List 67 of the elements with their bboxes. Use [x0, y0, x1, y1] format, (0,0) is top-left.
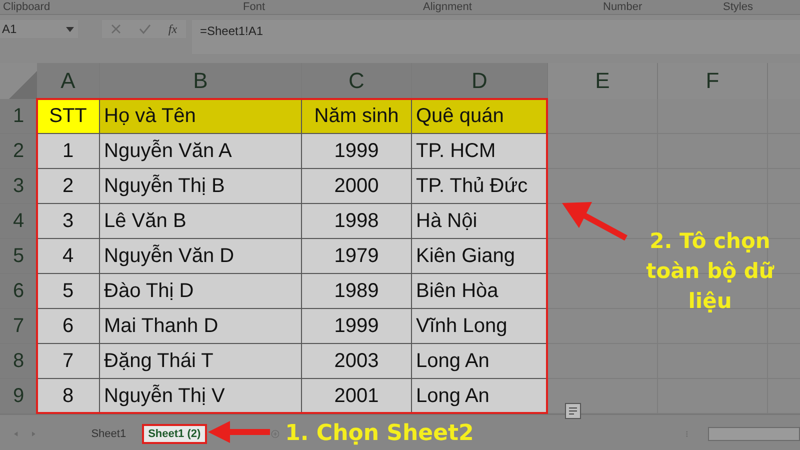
- row-header[interactable]: 8: [0, 344, 37, 379]
- table-cell: 2000: [302, 169, 412, 204]
- sheet-tab[interactable]: Sheet1 (2): [142, 424, 207, 444]
- table-cell: 1989: [302, 274, 412, 309]
- cancel-icon[interactable]: [110, 24, 121, 34]
- row-header[interactable]: 2: [0, 134, 37, 169]
- table-cell: 1999: [302, 134, 412, 169]
- column-header[interactable]: B: [100, 63, 302, 99]
- table-cell: TP. HCM: [412, 134, 548, 169]
- table-cell: Nguyễn Thị V: [100, 379, 302, 414]
- quick-analysis-icon[interactable]: [565, 403, 581, 419]
- table-cell: Vĩnh Long: [412, 309, 548, 344]
- table-header-cell: Họ và Tên: [100, 99, 302, 134]
- table-cell: Đặng Thái T: [100, 344, 302, 379]
- row-header[interactable]: 6: [0, 274, 37, 309]
- ribbon-group-label: Font: [242, 0, 266, 14]
- annotation-arrow: [562, 202, 628, 242]
- table-cell: 2: [37, 169, 100, 204]
- table-cell: Biên Hòa: [412, 274, 548, 309]
- table-cell: 1979: [302, 239, 412, 274]
- annotation-text: 2. Tô chọn toàn bộ dữ liệu: [645, 228, 776, 315]
- column-header[interactable]: A: [37, 63, 100, 99]
- row-header[interactable]: 5: [0, 239, 37, 274]
- ribbon-group-label: Alignment: [423, 0, 473, 14]
- ribbon-group-label: Number: [603, 0, 644, 14]
- column-header[interactable]: D: [412, 63, 548, 99]
- table-cell: Long An: [412, 344, 548, 379]
- table-cell: Nguyễn Văn A: [100, 134, 302, 169]
- check-icon[interactable]: [138, 24, 151, 34]
- annotation-arrow: [208, 421, 270, 443]
- table-cell: 2001: [302, 379, 412, 414]
- ribbon-group-label: Styles: [723, 0, 753, 14]
- horizontal-scrollbar[interactable]: [708, 426, 800, 440]
- annotation-text: 1. Chọn Sheet2: [285, 421, 474, 446]
- table-cell: 7: [37, 344, 100, 379]
- table-cell: 1998: [302, 204, 412, 239]
- name-box[interactable]: A1: [0, 20, 78, 38]
- table-cell: Nguyễn Văn D: [100, 239, 302, 274]
- table-cell: Đào Thị D: [100, 274, 302, 309]
- row-header[interactable]: 3: [0, 169, 37, 204]
- table-cell: Mai Thanh D: [100, 309, 302, 344]
- column-header[interactable]: C: [302, 63, 412, 99]
- table-cell: Hà Nội: [412, 204, 548, 239]
- table-header-cell: STT: [37, 99, 100, 134]
- table-cell: 8: [37, 379, 100, 414]
- table-cell: 3: [37, 204, 100, 239]
- insert-function-button[interactable]: fx: [168, 22, 178, 36]
- formula-input[interactable]: =Sheet1!A1: [192, 20, 800, 54]
- table-cell: Long An: [412, 379, 548, 414]
- table-cell: Lê Văn B: [100, 204, 302, 239]
- row-header[interactable]: 1: [0, 99, 37, 134]
- row-header[interactable]: 9: [0, 379, 37, 414]
- ribbon-group-label: Clipboard: [2, 0, 52, 14]
- table-cell: 4: [37, 239, 100, 274]
- row-header[interactable]: 4: [0, 204, 37, 239]
- table-cell: 1: [37, 134, 100, 169]
- table-cell: 6: [37, 309, 100, 344]
- table-cell: 5: [37, 274, 100, 309]
- row-header[interactable]: 7: [0, 309, 37, 344]
- table-header-cell: Quê quán: [412, 99, 548, 134]
- table-cell: 2003: [302, 344, 412, 379]
- sheet-tab[interactable]: Sheet1: [87, 426, 130, 442]
- table-cell: TP. Thủ Đức: [412, 169, 548, 204]
- table-cell: 1999: [302, 309, 412, 344]
- table-cell: Kiên Giang: [412, 239, 548, 274]
- table-header-cell: Năm sinh: [302, 99, 412, 134]
- table-cell: Nguyễn Thị B: [100, 169, 302, 204]
